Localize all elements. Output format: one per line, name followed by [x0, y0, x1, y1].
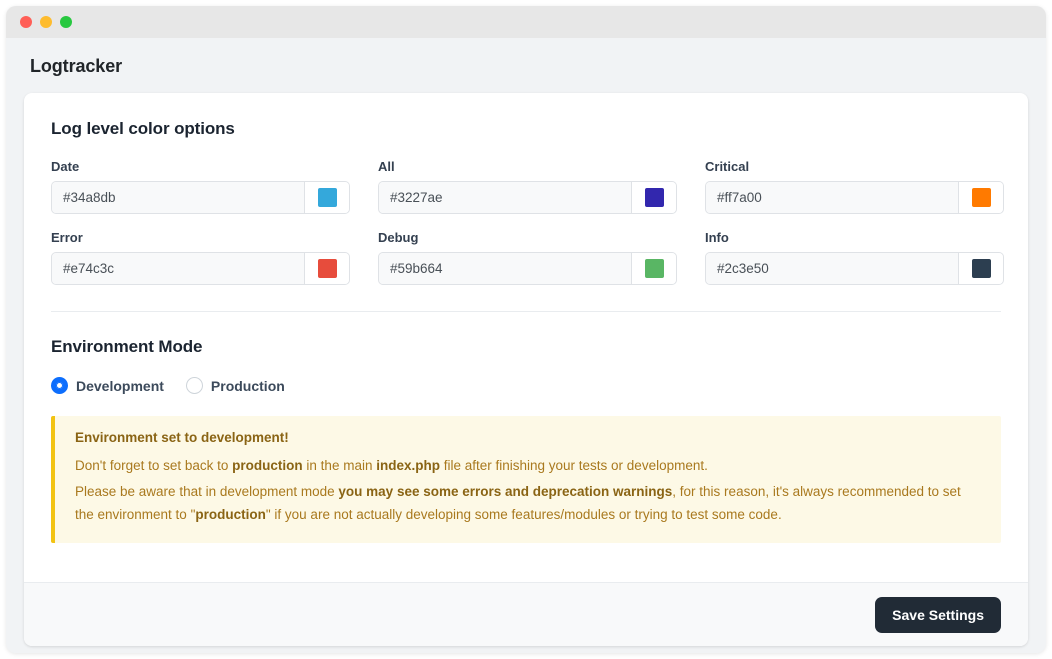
- alert-title: Environment set to development!: [75, 430, 289, 445]
- alert-line-1-suffix: file after finishing your tests or devel…: [439, 458, 708, 473]
- color-input-group: [378, 181, 677, 214]
- environment-mode-heading: Environment Mode: [51, 337, 203, 356]
- environment-mode-section: Environment Mode Development Production …: [51, 312, 1001, 543]
- color-field-info: Info: [705, 230, 1004, 285]
- color-swatch-button[interactable]: [631, 253, 676, 284]
- color-swatch: [971, 259, 991, 278]
- color-input-group: [705, 252, 1004, 285]
- color-field-label: Error: [51, 230, 83, 245]
- alert-line-1-prefix: Don't forget to set back to: [75, 458, 233, 473]
- minimize-button[interactable]: [40, 16, 52, 28]
- radio-button-development[interactable]: [51, 377, 68, 394]
- color-field-label: Critical: [705, 159, 750, 174]
- settings-card-body: Log level color options Date All: [24, 93, 1028, 582]
- color-hex-input[interactable]: [52, 182, 304, 213]
- color-swatch: [971, 188, 991, 207]
- color-hex-input[interactable]: [52, 253, 304, 284]
- alert-line-1-bold-indexphp: index.php: [376, 458, 440, 473]
- color-field-debug: Debug: [378, 230, 677, 285]
- radio-label-production: Production: [210, 377, 285, 394]
- color-field-date: Date: [51, 159, 350, 214]
- color-field-label: Info: [705, 230, 729, 245]
- color-field-label: Date: [51, 159, 80, 174]
- app-window: Logtracker Log level color options Date: [6, 6, 1046, 653]
- card-footer: Save Settings: [24, 582, 1028, 646]
- radio-label-development: Development: [76, 377, 164, 394]
- alert-line-1: Don't forget to set back to production i…: [75, 454, 983, 477]
- alert-line-1-middle: in the main: [302, 458, 377, 473]
- color-swatch-button[interactable]: [958, 253, 1003, 284]
- radio-option-production[interactable]: Production: [185, 377, 285, 394]
- close-button[interactable]: [20, 16, 32, 28]
- alert-line-2: Please be aware that in development mode…: [75, 480, 983, 526]
- color-swatch-button[interactable]: [631, 182, 676, 213]
- alert-line-2-prefix: Please be aware that in development mode: [75, 484, 339, 500]
- color-swatch-button[interactable]: [958, 182, 1003, 213]
- color-field-label: Debug: [378, 230, 419, 245]
- color-swatch: [644, 188, 664, 207]
- maximize-button[interactable]: [60, 16, 72, 28]
- color-input-group: [51, 181, 350, 214]
- settings-card: Log level color options Date All: [24, 93, 1028, 646]
- color-field-critical: Critical: [705, 159, 1004, 214]
- save-settings-button[interactable]: Save Settings: [875, 596, 1001, 633]
- alert-line-2-suffix: " if you are not actually developing som…: [265, 507, 782, 523]
- color-swatch: [644, 259, 664, 278]
- page-title: Logtracker: [30, 56, 123, 76]
- color-options-heading: Log level color options: [51, 119, 235, 138]
- color-hex-input[interactable]: [379, 182, 631, 213]
- color-hex-input[interactable]: [706, 253, 958, 284]
- alert-line-1-bold-production: production: [232, 458, 303, 473]
- color-hex-input[interactable]: [706, 182, 958, 213]
- page-content: Logtracker Log level color options Date: [6, 38, 1046, 653]
- alert-line-2-bold-production: production: [195, 507, 266, 523]
- alert-line-2-bold-warnings: you may see some errors and deprecation …: [338, 484, 673, 500]
- color-swatch: [317, 259, 337, 278]
- radio-button-production[interactable]: [185, 377, 203, 394]
- color-hex-input[interactable]: [379, 253, 631, 284]
- color-options-grid: Date All: [51, 159, 1004, 285]
- radio-option-development[interactable]: Development: [51, 377, 164, 394]
- color-swatch-button[interactable]: [304, 182, 349, 213]
- environment-warning-alert: Environment set to development! Don't fo…: [51, 416, 1001, 543]
- color-swatch-button[interactable]: [304, 253, 349, 284]
- color-input-group: [51, 252, 350, 285]
- color-swatch: [317, 188, 337, 207]
- color-input-group: [378, 252, 677, 285]
- color-field-error: Error: [51, 230, 350, 285]
- environment-mode-radio-group: Development Production: [51, 377, 1001, 394]
- color-field-all: All: [378, 159, 677, 214]
- color-input-group: [705, 181, 1004, 214]
- window-titlebar: [6, 6, 1046, 38]
- color-field-label: All: [378, 159, 395, 174]
